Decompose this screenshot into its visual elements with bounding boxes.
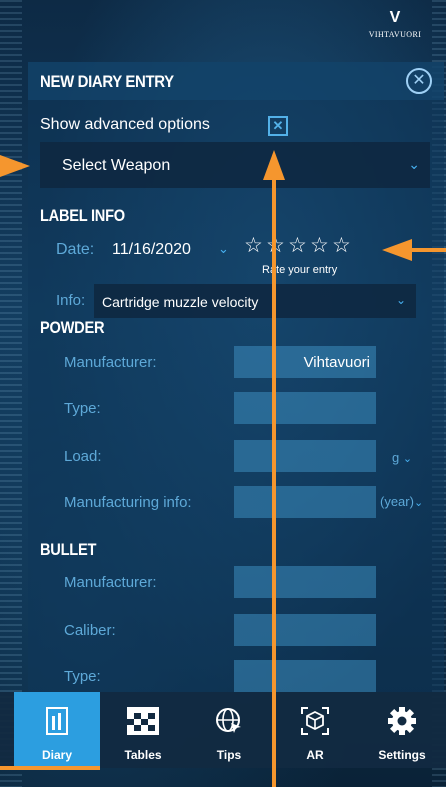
load-unit: g <box>392 450 400 465</box>
rating-stars: ☆☆☆☆☆ <box>244 234 354 258</box>
tables-icon <box>126 706 160 741</box>
tab-diary[interactable]: Diary <box>14 692 100 768</box>
star-icon[interactable]: ☆ <box>288 234 310 258</box>
annotation-arrow-up-head <box>263 150 285 180</box>
chevron-down-icon: ⌄ <box>395 293 406 307</box>
bullet-manufacturer-field[interactable] <box>234 566 376 598</box>
star-icon[interactable]: ☆ <box>310 234 332 258</box>
bullet-title: BULLET <box>40 540 97 559</box>
powder-load-field[interactable] <box>234 440 376 472</box>
load-unit-select[interactable]: g ⌄ <box>392 450 412 465</box>
diary-icon <box>45 706 69 741</box>
powder-title: POWDER <box>40 318 105 337</box>
powder-manufacturer-label: Manufacturer: <box>64 354 157 371</box>
ar-icon <box>300 706 330 741</box>
bullet-caliber-field[interactable] <box>234 614 376 646</box>
chevron-down-icon: ⌄ <box>408 156 420 172</box>
tab-tables-label: Tables <box>124 748 162 762</box>
title-row: NEW DIARY ENTRY ✕ <box>28 62 444 100</box>
powder-manufacturer-value: Vihtavuori <box>303 354 370 371</box>
date-chevron-down-icon[interactable]: ⌄ <box>218 241 229 257</box>
left-edge-texture <box>0 0 22 787</box>
annotation-arrow-left <box>0 155 30 177</box>
bullet-type-field[interactable] <box>234 660 376 692</box>
brand-name: VIHTAVUORI <box>368 30 422 39</box>
tab-tips[interactable]: Tips <box>186 692 272 768</box>
weapon-select[interactable]: Select Weapon ⌄ <box>40 142 430 188</box>
tab-diary-label: Diary <box>41 748 73 762</box>
tab-settings[interactable]: Settings <box>358 692 446 768</box>
page-title: NEW DIARY ENTRY <box>40 72 174 91</box>
tab-ar-label: AR <box>306 748 324 762</box>
bottom-tab-bar: Diary Tables Tips AR Settings <box>0 692 446 768</box>
tab-settings-label: Settings <box>378 748 426 762</box>
tab-tables[interactable]: Tables <box>100 692 186 768</box>
bullet-manufacturer-label: Manufacturer: <box>64 574 157 591</box>
powder-mfg-info-label: Manufacturing info: <box>64 494 192 511</box>
star-icon[interactable]: ☆ <box>266 234 288 258</box>
info-select[interactable]: Cartridge muzzle velocity ⌄ <box>94 284 416 318</box>
label-info-title: LABEL INFO <box>40 206 125 225</box>
date-label: Date: <box>56 241 95 258</box>
settings-icon <box>387 706 417 741</box>
info-select-value: Cartridge muzzle velocity <box>102 294 259 310</box>
powder-type-field[interactable] <box>234 392 376 424</box>
advanced-options-checkbox[interactable]: ✕ <box>268 116 288 136</box>
chevron-down-icon: ⌄ <box>413 497 424 509</box>
weapon-select-label: Select Weapon <box>62 157 171 174</box>
chevron-down-icon: ⌄ <box>402 453 413 465</box>
powder-mfg-info-field[interactable] <box>234 486 376 518</box>
brand-logo: V VIHTAVUORI <box>360 9 430 40</box>
date-value[interactable]: 11/16/2020 <box>112 241 191 259</box>
mfg-info-unit: (year) <box>380 494 414 509</box>
brand-mark: V <box>389 9 401 26</box>
advanced-options-label: Show advanced options <box>40 116 210 133</box>
star-icon[interactable]: ☆ <box>332 234 354 258</box>
bullet-type-label: Type: <box>64 668 101 685</box>
annotation-underline <box>0 766 100 770</box>
annotation-arrow-up-shaft <box>272 178 276 787</box>
mfg-info-unit-select[interactable]: (year)⌄ <box>380 494 423 509</box>
top-bar: V VIHTAVUORI <box>0 0 446 48</box>
star-icon[interactable]: ☆ <box>244 234 266 258</box>
annotation-arrow-right-shaft <box>410 248 446 252</box>
close-icon[interactable]: ✕ <box>406 68 432 94</box>
tab-tips-label: Tips <box>216 748 242 762</box>
powder-manufacturer-field[interactable]: Vihtavuori <box>234 346 376 378</box>
info-label: Info: <box>56 292 86 309</box>
powder-load-label: Load: <box>64 448 102 465</box>
powder-type-label: Type: <box>64 400 101 417</box>
tips-icon <box>214 706 244 741</box>
tab-ar[interactable]: AR <box>272 692 358 768</box>
bullet-caliber-label: Caliber: <box>64 622 116 639</box>
annotation-arrow-right-head <box>382 239 412 261</box>
